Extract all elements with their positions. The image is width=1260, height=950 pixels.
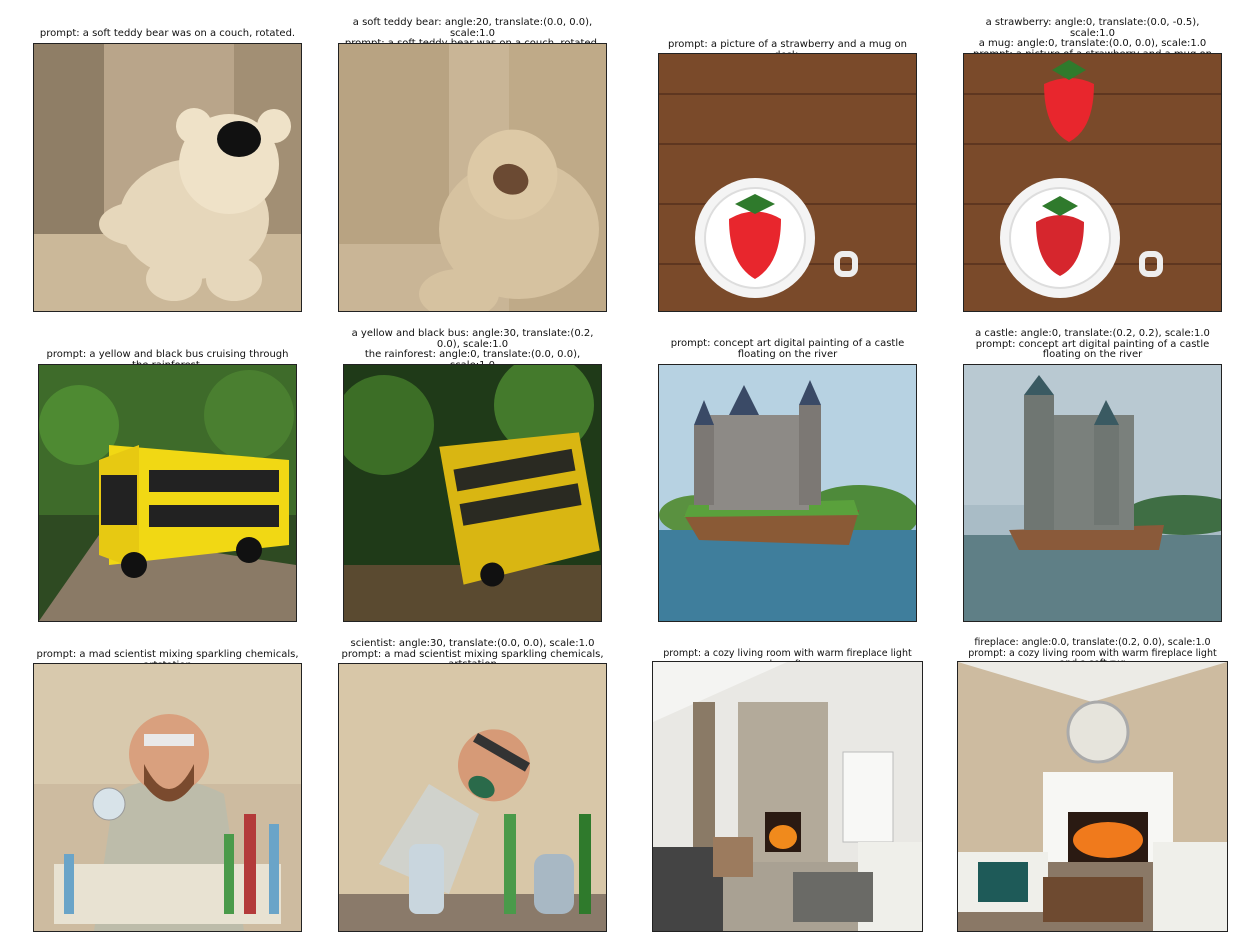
strawberry-mug-edited-image	[963, 53, 1222, 312]
living-room-edited-image	[957, 661, 1228, 932]
teddy-bear-image	[33, 43, 302, 312]
mad-scientist-edited-image	[338, 663, 607, 932]
caption: prompt: a soft teddy bear was on a couch…	[39, 28, 296, 39]
bus-rainforest-image	[38, 364, 297, 622]
living-room-image	[652, 661, 923, 932]
caption: prompt: concept art digital painting of …	[670, 338, 905, 360]
bus-rainforest-edited-image	[343, 364, 602, 622]
castle-river-edited-image	[963, 364, 1222, 622]
strawberry-mug-image	[658, 53, 917, 312]
caption: a castle: angle:0, translate:(0.2, 0.2),…	[975, 328, 1210, 360]
teddy-bear-rotated-image	[338, 43, 607, 312]
castle-river-image	[658, 364, 917, 622]
mad-scientist-image	[33, 663, 302, 932]
